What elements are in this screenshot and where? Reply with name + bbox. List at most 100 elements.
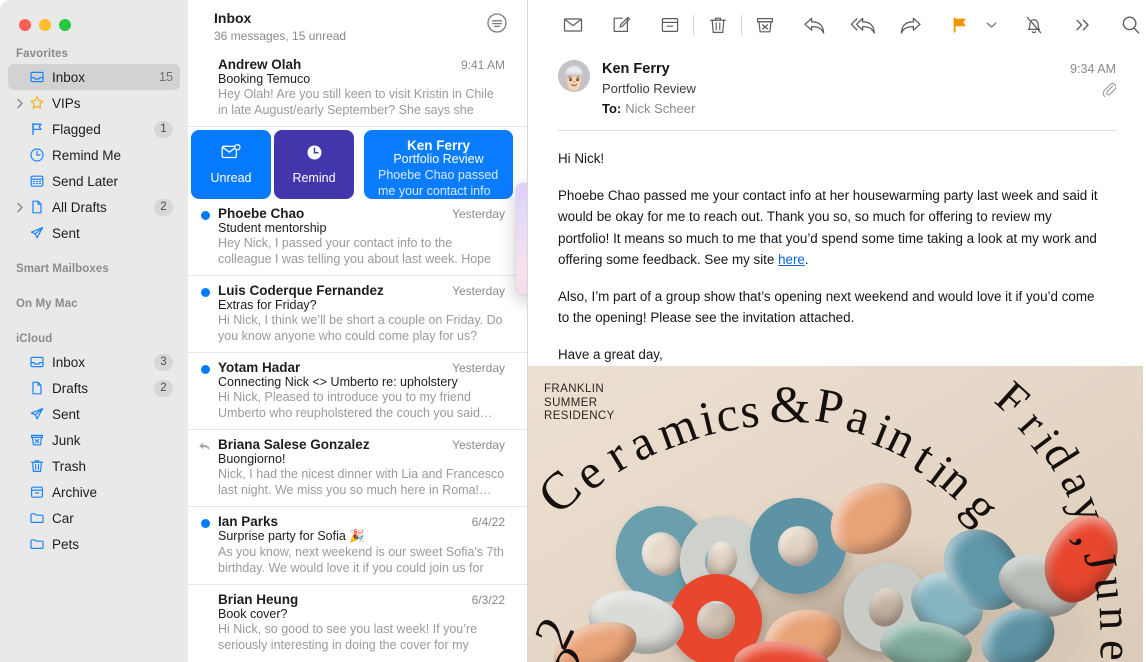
mail-unread-icon <box>221 144 241 166</box>
sidebar-item-icloud-pets[interactable]: Pets <box>8 531 180 557</box>
flag-icon <box>26 121 48 137</box>
message-row[interactable]: Luis Coderque Fernandez Yesterday Extras… <box>188 276 527 353</box>
mark-unread-button[interactable] <box>558 10 587 40</box>
minimize-button[interactable] <box>39 19 51 31</box>
poster-arc-ampersand: & <box>769 376 812 435</box>
message-subject: Buongiorno! <box>218 452 286 466</box>
sidebar-item-icloud-junk[interactable]: Junk <box>8 427 180 453</box>
sidebar-item-count: 15 <box>159 70 173 84</box>
unread-indicator <box>201 519 210 528</box>
search-button[interactable] <box>1117 10 1146 40</box>
message-subject: Student mentorship <box>218 221 327 235</box>
body-p1-tail: . <box>804 252 809 267</box>
junk-button[interactable] <box>751 10 780 40</box>
window-controls <box>0 0 188 31</box>
message-preview: Hi Nick, so good to see you last week! I… <box>218 622 478 652</box>
reply-all-button[interactable] <box>848 10 877 40</box>
message-preview: Phoebe Chao passed me your contact info … <box>378 168 499 198</box>
star-icon <box>26 95 48 111</box>
chevron-right-icon[interactable] <box>13 202 26 213</box>
zoom-button[interactable] <box>59 19 71 31</box>
remind-me-context-menu[interactable]: Remind me in 1 hour Remind me Tonight Re… <box>516 183 527 294</box>
sidebar-item-flagged[interactable]: Flagged 1 <box>8 116 180 142</box>
mute-button[interactable] <box>1020 10 1049 40</box>
swipe-action-unread[interactable]: Unread <box>191 130 271 199</box>
folder-icon <box>26 510 48 526</box>
archive-button[interactable] <box>655 10 684 40</box>
close-button[interactable] <box>19 19 31 31</box>
poster-arc-letter-a: a <box>619 413 663 472</box>
message-row[interactable]: Andrew Olah 9:41 AM Booking Temuco Hey O… <box>188 50 527 127</box>
message-row[interactable]: Brian Heung 6/3/22 Book cover? Hi Nick, … <box>188 585 527 661</box>
swipe-action-remind[interactable]: Remind <box>274 130 354 199</box>
chevron-right-icon[interactable] <box>13 98 26 109</box>
sidebar-item-icloud-inbox[interactable]: Inbox 3 <box>8 349 180 375</box>
sidebar-item-vips[interactable]: VIPs <box>8 90 180 116</box>
message-sender: Briana Salese Gonzalez <box>218 437 370 452</box>
message-meta: 9:34 AM <box>1070 60 1117 102</box>
sidebar-item-send-later[interactable]: Send Later <box>8 168 180 194</box>
sidebar-item-sent[interactable]: Sent <box>8 220 180 246</box>
poster-date-letter-e: e <box>1090 639 1143 662</box>
more-button[interactable] <box>1068 10 1097 40</box>
message-sender: Andrew Olah <box>218 57 302 72</box>
sidebar-item-icloud-archive[interactable]: Archive <box>8 479 180 505</box>
reply-button[interactable] <box>800 10 829 40</box>
menu-item-remind-later[interactable]: Remind me Later... <box>516 263 527 288</box>
flag-dropdown-button[interactable] <box>983 10 1000 40</box>
message-sender: Ian Parks <box>218 514 279 529</box>
message-preview: Hey Nick, I passed your contact info to … <box>218 236 492 266</box>
avatar[interactable] <box>558 60 590 92</box>
sidebar-item-label: Inbox <box>52 69 86 85</box>
message-sender: Luis Coderque Fernandez <box>218 283 384 298</box>
message-row[interactable]: Phoebe Chao Yesterday Student mentorship… <box>188 202 527 276</box>
sidebar-item-icloud-trash[interactable]: Trash <box>8 453 180 479</box>
message-header: Ken Ferry Portfolio Review To: Nick Schee… <box>528 50 1146 118</box>
swiped-message-card[interactable]: Ken Ferry Portfolio Review Phoebe Chao p… <box>364 130 513 199</box>
message-list: Inbox 36 messages, 15 unread Andrew Olah… <box>188 0 528 662</box>
message-recipient: To: Nick Scheer <box>602 99 1116 118</box>
sidebar-item-all-drafts[interactable]: All Drafts 2 <box>8 194 180 220</box>
sidebar-item-inbox[interactable]: Inbox 15 <box>8 64 180 90</box>
body-paragraph-2: Also, I’m part of a group show that’s op… <box>558 288 1095 326</box>
poster-arc-letter-i2: i <box>866 402 900 459</box>
sidebar-item-icloud-car[interactable]: Car <box>8 505 180 531</box>
message-date: Yesterday <box>452 284 505 298</box>
site-link[interactable]: here <box>778 252 805 267</box>
sidebar-item-remind-me[interactable]: Remind Me <box>8 142 180 168</box>
sidebar-item-icloud-sent[interactable]: Sent <box>8 401 180 427</box>
poster-date-letter-F: F <box>986 370 1040 427</box>
message-sender: Ken Ferry <box>602 61 670 77</box>
swipe-action-label: Remind <box>292 171 336 185</box>
poster-date-letter-i: i <box>1022 420 1071 461</box>
forward-button[interactable] <box>897 10 926 40</box>
poster-arc-letter-e: e <box>563 443 615 502</box>
message-sender: Brian Heung <box>218 592 299 607</box>
menu-item-remind-1-hour[interactable]: Remind me in 1 hour <box>516 188 527 213</box>
menu-item-remind-tomorrow[interactable]: Remind me Tomorrow <box>516 238 527 263</box>
inbox-icon <box>26 69 48 85</box>
archive-icon <box>26 484 48 500</box>
poster-arc-letter-C: C <box>528 458 593 526</box>
delete-button[interactable] <box>703 10 732 40</box>
message-preview: Hi Nick, Pleased to introduce you to my … <box>218 390 493 420</box>
message-row-swiped[interactable]: Unread Remind Ken Ferry Portfolio Review… <box>188 127 527 202</box>
filter-icon[interactable] <box>485 11 509 35</box>
message-row[interactable]: Ian Parks 6/4/22 Surprise party for Sofi… <box>188 507 527 585</box>
poster-arc-letter-a2: a <box>840 387 877 446</box>
message-row[interactable]: Briana Salese Gonzalez Yesterday Buongio… <box>188 430 527 507</box>
sidebar-item-icloud-drafts[interactable]: Drafts 2 <box>8 375 180 401</box>
poster-brand: FRANKLIN SUMMER RESIDENCY <box>544 383 615 424</box>
poster-arc-letter-m: m <box>649 396 705 461</box>
sidebar-item-label: Pets <box>52 536 80 552</box>
poster-arc-letter-n: n <box>879 408 926 469</box>
menu-item-remind-tonight[interactable]: Remind me Tonight <box>516 213 527 238</box>
poster-arc-letter-s: s <box>737 382 762 439</box>
flag-button[interactable] <box>945 10 974 40</box>
message-row[interactable]: Yotam Hadar Yesterday Connecting Nick <>… <box>188 353 527 430</box>
paperclip-icon[interactable] <box>1070 82 1117 102</box>
message-subject: Connecting Nick <> Umberto re: upholster… <box>218 375 458 389</box>
attachment-poster[interactable]: FRANKLIN SUMMER RESIDENCY C e r a m i c … <box>528 366 1146 662</box>
compose-button[interactable] <box>607 10 636 40</box>
sidebar: Favorites Inbox 15 VIPs Flagged 1 Remind… <box>0 0 188 662</box>
